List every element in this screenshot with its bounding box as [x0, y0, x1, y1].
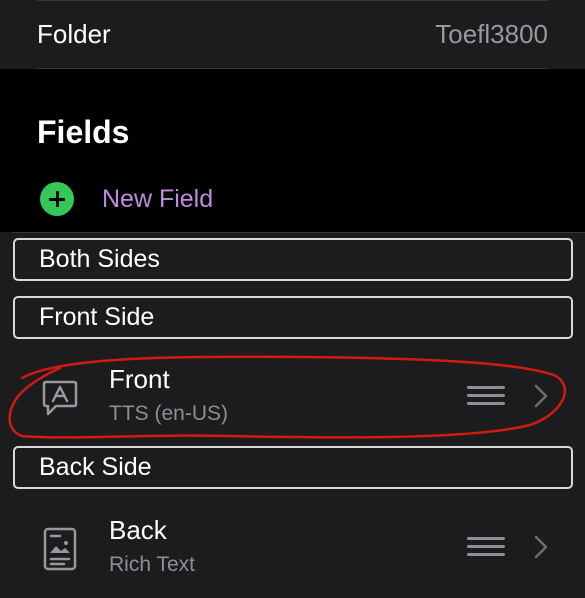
group-header-front-side: Front Side [13, 296, 573, 339]
field-name: Back [109, 515, 167, 545]
card-type-screen: Folder Toefl3800 Fields New Field Both S… [0, 0, 585, 598]
fields-section-title: Fields [37, 114, 130, 150]
field-name: Front [109, 364, 170, 394]
folder-value: Toefl3800 [435, 19, 548, 49]
reorder-handle-icon[interactable] [467, 537, 505, 557]
divider [12, 232, 585, 233]
new-field-label: New Field [102, 184, 214, 213]
field-type: Rich Text [109, 553, 195, 576]
folder-group: Folder Toefl3800 [0, 0, 585, 69]
field-row-back[interactable]: Back Rich Text [0, 513, 585, 589]
folder-label: Folder [37, 19, 111, 49]
rich-text-document-icon [43, 527, 77, 571]
folder-row[interactable]: Folder Toefl3800 [37, 0, 548, 69]
chevron-right-icon [534, 384, 548, 408]
new-field-button[interactable]: New Field [40, 178, 213, 220]
plus-circle-icon [40, 182, 74, 216]
group-header-both-sides: Both Sides [13, 238, 573, 281]
chevron-right-icon [534, 535, 548, 559]
group-header-back-side: Back Side [13, 446, 573, 489]
field-row-front[interactable]: Front TTS (en-US) [0, 362, 585, 438]
field-type: TTS (en-US) [109, 402, 229, 425]
reorder-handle-icon[interactable] [467, 386, 505, 406]
speech-bubble-a-icon [42, 380, 78, 416]
